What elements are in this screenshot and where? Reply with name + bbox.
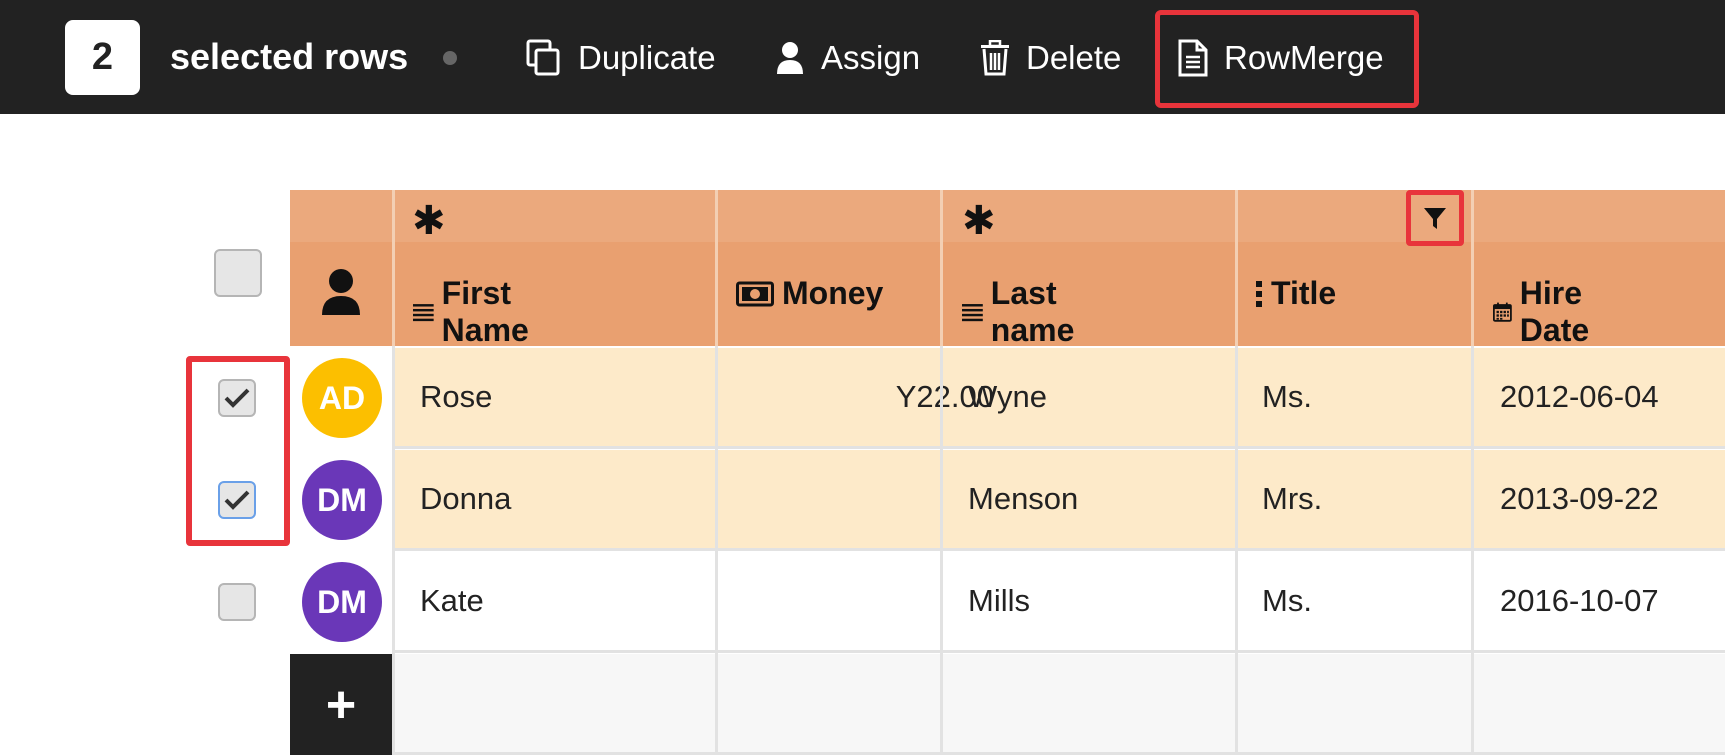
last-name-header-label: Last name — [990, 275, 1075, 348]
text-lines-icon — [962, 304, 983, 322]
duplicate-label: Duplicate — [578, 39, 716, 76]
header-divider — [715, 190, 718, 346]
hire-date-cell[interactable]: 2012-06-04 — [1500, 348, 1659, 446]
last-name-cell[interactable]: Menson — [968, 450, 1078, 548]
header-divider — [1235, 190, 1238, 346]
selection-toolbar: 2 selected rows Duplicate Assign Delete — [0, 0, 1725, 114]
title-filter-button[interactable] — [1406, 190, 1464, 246]
table-row[interactable]: Rose Y22.00 Wyne Ms. 2012-06-04 — [394, 348, 1725, 449]
last-name-cell[interactable]: Wyne — [968, 348, 1047, 446]
column-header-title[interactable]: Title — [1255, 275, 1336, 312]
money-header-label: Money — [782, 275, 884, 311]
assign-button[interactable]: Assign — [775, 28, 920, 88]
separator-dot — [443, 51, 457, 65]
header-divider — [392, 190, 395, 346]
money-cell[interactable] — [724, 450, 994, 548]
column-divider — [392, 346, 395, 755]
table-row[interactable]: Donna Menson Mrs. 2013-09-22 — [394, 450, 1725, 551]
assign-label: Assign — [821, 39, 921, 76]
duplicate-button[interactable]: Duplicate — [526, 28, 716, 88]
filter-icon — [1424, 208, 1446, 229]
first-name-cell[interactable]: Kate — [420, 552, 484, 650]
column-divider — [1235, 346, 1238, 755]
header-marker-row — [290, 190, 1725, 242]
avatar[interactable]: DM — [302, 460, 382, 540]
vertical-dots-icon — [1256, 280, 1262, 307]
title-cell[interactable]: Ms. — [1262, 552, 1312, 650]
row-2-checkbox[interactable] — [218, 481, 256, 519]
title-cell[interactable]: Ms. — [1262, 348, 1312, 446]
text-lines-icon — [413, 304, 434, 322]
rowmerge-button[interactable]: RowMerge — [1178, 28, 1384, 88]
row-1-checkbox[interactable] — [218, 379, 256, 417]
calendar-icon — [1493, 302, 1512, 322]
hire-date-cell[interactable]: 2016-10-07 — [1500, 552, 1659, 650]
header-divider — [940, 190, 943, 346]
hire-date-cell[interactable]: 2013-09-22 — [1500, 450, 1659, 548]
add-row-button[interactable]: + — [290, 654, 392, 755]
header-divider — [1471, 190, 1474, 346]
row-3-checkbox[interactable] — [218, 583, 256, 621]
required-marker: ✱ — [962, 199, 996, 243]
title-header-label: Title — [1271, 275, 1337, 311]
title-cell[interactable]: Mrs. — [1262, 450, 1322, 548]
money-bill-icon — [736, 281, 774, 306]
trash-icon — [981, 40, 1009, 76]
first-name-cell[interactable]: Donna — [420, 450, 511, 548]
hire-date-header-label: Hire Date — [1519, 275, 1590, 348]
column-divider — [940, 346, 943, 755]
column-divider — [1471, 346, 1474, 755]
column-header-last-name[interactable]: Last name — [962, 275, 1088, 349]
column-header-hire-date[interactable]: Hire Date — [1493, 275, 1602, 349]
column-header-money[interactable]: Money — [736, 275, 883, 312]
column-header-first-name[interactable]: First Name — [413, 275, 542, 349]
avatar[interactable]: AD — [302, 358, 382, 438]
user-column-icon — [322, 269, 360, 315]
delete-button[interactable]: Delete — [980, 28, 1121, 88]
table-row[interactable]: Kate Mills Ms. 2016-10-07 — [394, 552, 1725, 653]
money-cell[interactable]: Y22.00 — [724, 348, 994, 446]
checkmark-icon — [224, 388, 250, 408]
checkmark-icon — [224, 490, 250, 510]
document-icon — [1178, 39, 1208, 77]
user-icon — [777, 42, 803, 74]
last-name-cell[interactable]: Mills — [968, 552, 1030, 650]
new-row-placeholder[interactable] — [394, 654, 1725, 755]
selected-rows-label: selected rows — [170, 36, 409, 77]
money-cell[interactable] — [724, 552, 994, 650]
select-all-checkbox[interactable] — [214, 249, 262, 297]
selected-count-badge: 2 — [65, 20, 140, 95]
first-name-header-label: First Name — [441, 275, 529, 348]
duplicate-icon — [526, 39, 560, 76]
rowmerge-label: RowMerge — [1224, 39, 1384, 76]
first-name-cell[interactable]: Rose — [420, 348, 492, 446]
delete-label: Delete — [1026, 39, 1122, 76]
required-marker: ✱ — [412, 199, 446, 243]
avatar[interactable]: DM — [302, 562, 382, 642]
column-divider — [715, 346, 718, 755]
